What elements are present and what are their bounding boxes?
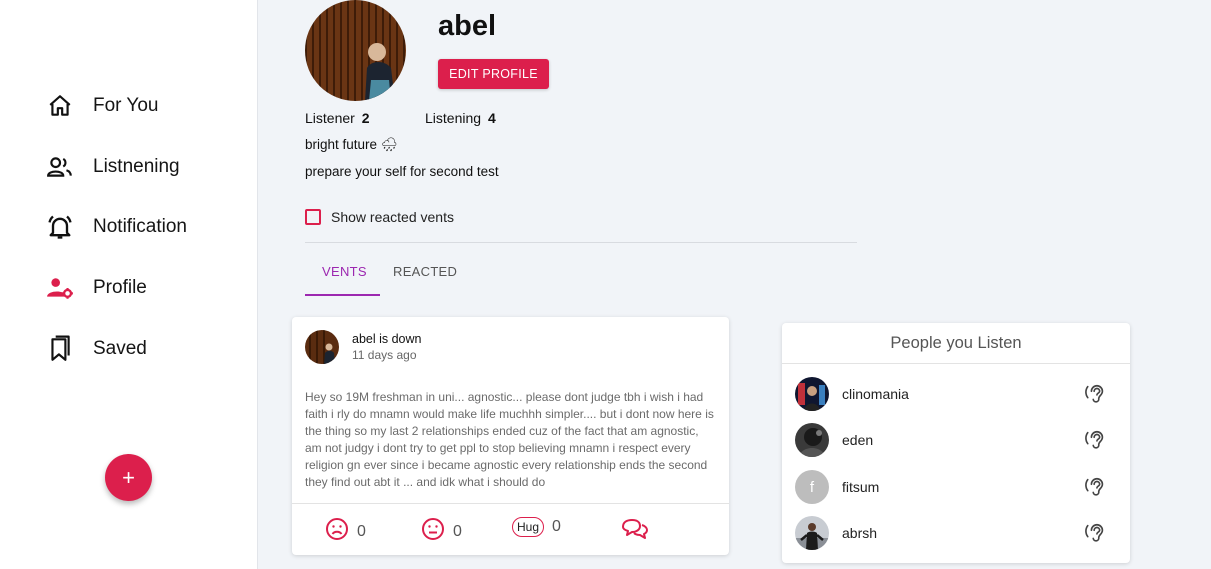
tab-indicator — [305, 294, 380, 296]
ear-icon[interactable] — [1085, 429, 1107, 451]
tab-vents[interactable]: VENTS — [322, 264, 367, 279]
sidebar-item-label: Listnening — [93, 156, 180, 177]
sad-reaction-button[interactable]: 0 — [325, 517, 366, 546]
person-name: eden — [842, 432, 874, 448]
add-vent-button[interactable]: + — [105, 454, 152, 501]
list-item[interactable]: abrsh — [795, 516, 1115, 550]
profile-username: abel — [438, 10, 497, 42]
avatar — [795, 516, 829, 550]
divider — [292, 503, 729, 504]
profile-avatar — [305, 0, 406, 101]
reaction-count: 0 — [453, 522, 462, 540]
ear-icon[interactable] — [1085, 522, 1107, 544]
home-icon — [45, 91, 75, 121]
edit-profile-button[interactable]: EDIT PROFILE — [438, 59, 549, 89]
bell-icon — [45, 212, 75, 242]
list-item[interactable]: eden — [795, 423, 1115, 457]
people-icon — [45, 152, 75, 182]
sidebar-item-for-you[interactable]: For You — [45, 86, 159, 126]
person-name: abrsh — [842, 525, 878, 541]
profile-settings-icon — [45, 273, 75, 303]
comments-icon — [621, 517, 649, 546]
vent-card[interactable]: abel is down 11 days ago Hey so 19M fres… — [292, 317, 729, 555]
sidebar-item-label: Notification — [93, 216, 187, 237]
sidebar: For You Listnening Notification Profile … — [0, 0, 258, 569]
hug-reaction-button[interactable]: Hug 0 — [512, 517, 561, 537]
listener-stat[interactable]: Listener 2 — [305, 110, 370, 126]
avatar: f — [795, 470, 829, 504]
profile-bio-line: bright future 🌧 — [305, 137, 398, 152]
checkbox-label: Show reacted vents — [331, 209, 454, 225]
list-item[interactable]: f fitsum — [795, 470, 1115, 504]
vent-title[interactable]: abel is down — [352, 332, 422, 346]
panel-title: People you Listen — [890, 334, 1022, 352]
divider — [782, 363, 1130, 364]
listener-count: 2 — [361, 110, 370, 126]
avatar — [795, 377, 829, 411]
profile-bio-line: prepare your self for second test — [305, 164, 499, 179]
sidebar-item-notification[interactable]: Notification — [45, 207, 187, 247]
reaction-count: 0 — [357, 522, 366, 540]
sidebar-item-listnening[interactable]: Listnening — [45, 147, 180, 187]
person-name: fitsum — [842, 479, 880, 495]
vent-timestamp: 11 days ago — [352, 348, 417, 362]
reaction-count: 0 — [552, 518, 561, 535]
neutral-face-icon — [421, 517, 445, 546]
hug-label: Hug — [512, 517, 545, 537]
listening-count: 4 — [487, 110, 496, 126]
sidebar-item-label: Saved — [93, 338, 147, 359]
neutral-reaction-button[interactable]: 0 — [421, 517, 462, 546]
checkbox[interactable] — [305, 209, 321, 225]
sidebar-item-label: Profile — [93, 277, 147, 298]
avatar — [795, 423, 829, 457]
sidebar-item-saved[interactable]: Saved — [45, 329, 147, 369]
show-reacted-toggle[interactable]: Show reacted vents — [305, 209, 454, 225]
tab-reacted[interactable]: REACTED — [393, 264, 457, 279]
sidebar-item-profile[interactable]: Profile — [45, 268, 147, 308]
ear-icon[interactable] — [1085, 383, 1107, 405]
person-name: clinomania — [842, 386, 909, 402]
divider — [305, 242, 857, 243]
avatar — [305, 330, 339, 364]
listening-label: Listening — [425, 110, 482, 126]
comments-button[interactable] — [621, 517, 649, 546]
listener-label: Listener — [305, 110, 355, 126]
listening-stat[interactable]: Listening 4 — [425, 110, 496, 126]
people-you-listen-panel: People you Listen clinomania eden f fits… — [782, 323, 1130, 563]
vent-body: Hey so 19M freshman in uni... agnostic..… — [305, 390, 714, 489]
sidebar-item-label: For You — [93, 95, 159, 116]
sad-face-icon — [325, 517, 349, 546]
list-item[interactable]: clinomania — [795, 377, 1115, 411]
bookmark-icon — [45, 334, 75, 364]
ear-icon[interactable] — [1085, 476, 1107, 498]
